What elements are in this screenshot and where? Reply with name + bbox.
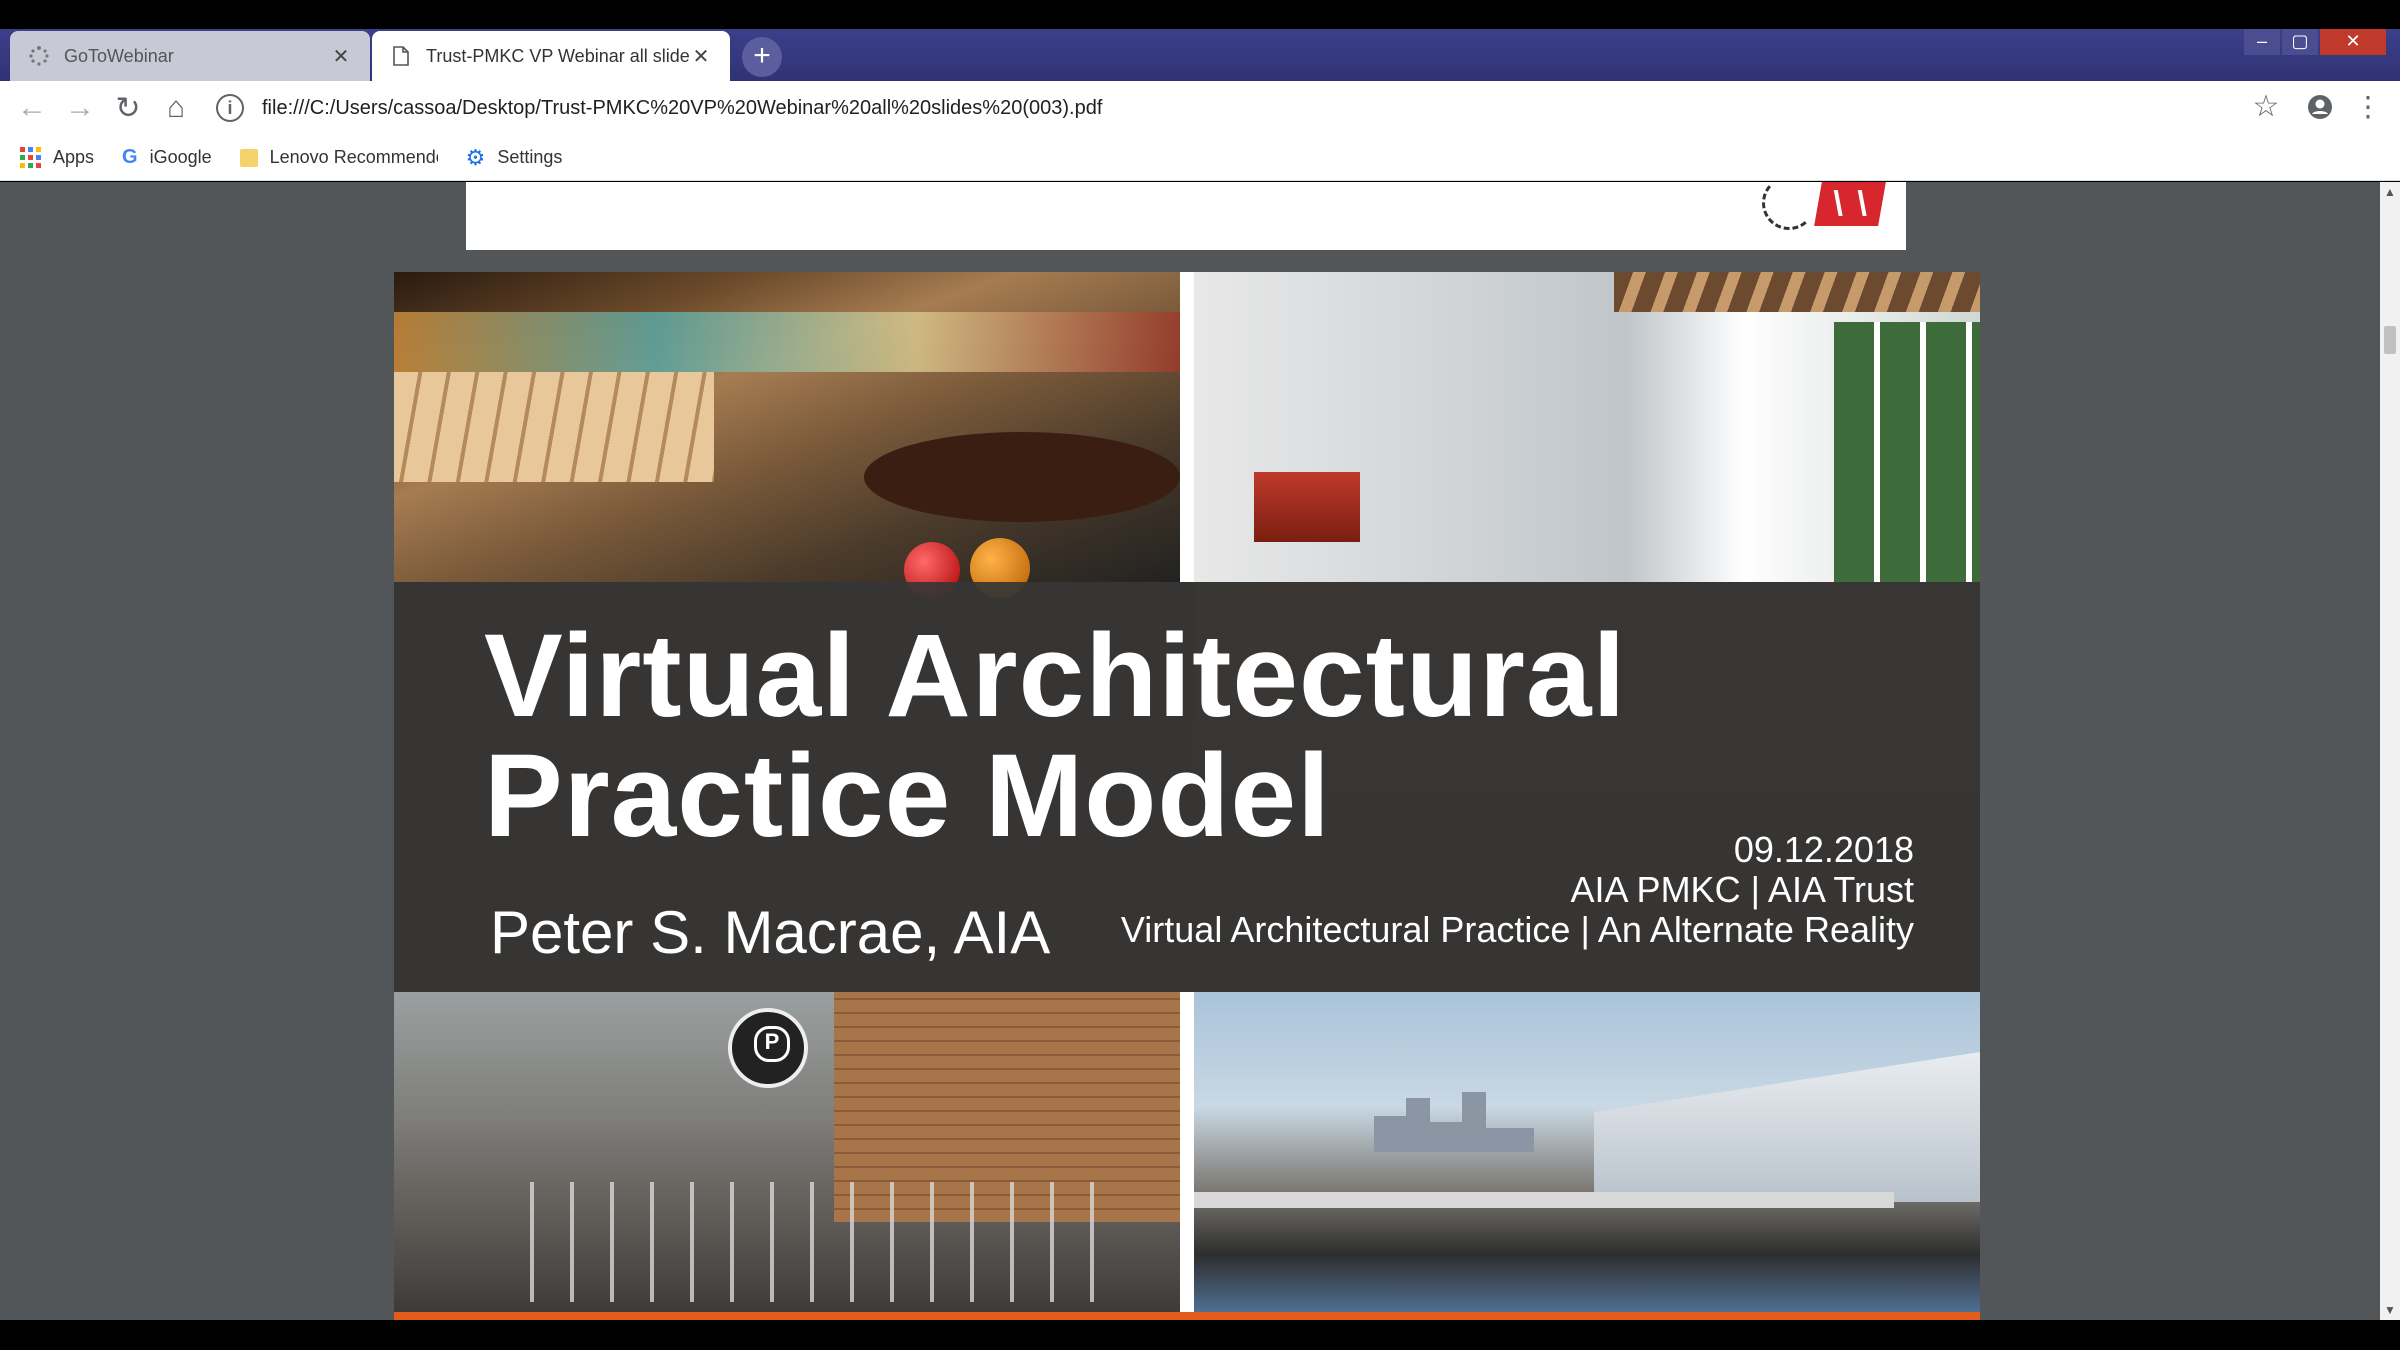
vertical-scrollbar[interactable]: ▲ ▼ xyxy=(2380,182,2400,1320)
presenter-name: Peter S. Macrae, AIA xyxy=(490,899,1051,966)
home-button[interactable]: ⌂ xyxy=(152,84,200,132)
bookmark-lenovo[interactable]: Lenovo Recommende xyxy=(239,147,438,168)
slide-date: 09.12.2018 xyxy=(1733,829,1914,870)
slide-title: Virtual Architectural Practice Model xyxy=(484,616,1626,856)
slide-org: AIA PMKC | AIA Trust xyxy=(1570,869,1914,910)
photo-divider xyxy=(1180,992,1194,1320)
photo-bowling-lounge xyxy=(394,272,1180,598)
title-band: Virtual Architectural Practice Model Pet… xyxy=(394,582,1980,992)
slide-meta: 09.12.2018 AIA PMKC | AIA Trust Virtual … xyxy=(1121,830,1914,950)
folder-icon xyxy=(239,148,258,167)
slide-title-line1: Virtual Architectural xyxy=(484,610,1627,742)
info-icon[interactable]: i xyxy=(216,94,244,122)
bookmark-label: Apps xyxy=(53,147,95,167)
gear-icon: ⚙ xyxy=(465,144,486,170)
maximize-button[interactable]: ▢ xyxy=(2282,29,2318,55)
photo-divider xyxy=(1180,272,1194,582)
previous-page xyxy=(466,182,1906,250)
google-icon: G xyxy=(122,146,138,168)
screen: GoToWebinar ✕ Trust-PMKC VP Webinar all … xyxy=(0,0,2400,1350)
bookmark-star-icon[interactable]: ☆ xyxy=(2244,85,2288,129)
document-icon xyxy=(390,45,412,67)
scroll-down-icon[interactable]: ▼ xyxy=(2380,1300,2400,1320)
close-icon[interactable]: ✕ xyxy=(330,45,352,68)
photo-riverfront-building xyxy=(1194,992,1980,1320)
pizza-logo xyxy=(728,1008,808,1088)
bottom-black-bar xyxy=(0,1320,2400,1350)
logo-ring xyxy=(1762,182,1816,230)
photo-loft-interior xyxy=(1194,272,1980,582)
slide-page: Virtual Architectural Practice Model Pet… xyxy=(394,272,1980,1320)
photo-restaurant xyxy=(394,992,1180,1320)
forward-button[interactable]: → xyxy=(56,84,104,132)
loading-spinner-icon xyxy=(28,45,50,67)
tab-strip: GoToWebinar ✕ Trust-PMKC VP Webinar all … xyxy=(0,29,2400,81)
menu-icon[interactable]: ⋮ xyxy=(2348,85,2388,129)
browser-toolbar: ← → ↻ ⌂ i file:///C:/Users/cassoa/Deskto… xyxy=(0,81,2400,135)
bookmark-label: iGoogle xyxy=(149,147,212,167)
close-window-button[interactable]: ✕ xyxy=(2320,29,2386,55)
tab-gotowebinar[interactable]: GoToWebinar ✕ xyxy=(10,31,370,81)
minimize-button[interactable]: – xyxy=(2244,29,2280,55)
tab-title: Trust-PMKC VP Webinar all slide xyxy=(426,45,690,66)
bookmarks-bar: Apps G iGoogle Lenovo Recommende ⚙ Setti… xyxy=(0,135,2400,181)
address-bar[interactable]: i file:///C:/Users/cassoa/Desktop/Trust-… xyxy=(216,87,2286,129)
top-black-bar xyxy=(0,0,2400,29)
apps-grid-icon xyxy=(20,147,41,168)
tab-title: GoToWebinar xyxy=(64,45,174,66)
slide-subtitle: Virtual Architectural Practice | An Alte… xyxy=(1120,909,1914,950)
bookmark-settings[interactable]: ⚙ Settings xyxy=(466,145,563,171)
bookmark-apps[interactable]: Apps xyxy=(20,147,94,168)
url-text[interactable]: file:///C:/Users/cassoa/Desktop/Trust-PM… xyxy=(262,97,1102,120)
scroll-up-icon[interactable]: ▲ xyxy=(2380,182,2400,202)
account-icon[interactable] xyxy=(2298,85,2342,129)
bookmark-label: Settings xyxy=(497,147,563,167)
close-icon[interactable]: ✕ xyxy=(690,45,712,68)
tab-pdf[interactable]: Trust-PMKC VP Webinar all slide ✕ xyxy=(372,31,730,81)
scroll-thumb[interactable] xyxy=(2384,326,2396,354)
pdf-viewer[interactable]: Virtual Architectural Practice Model Pet… xyxy=(0,182,2380,1320)
aia-logo xyxy=(1814,182,1886,226)
accent-bar xyxy=(394,1312,1980,1320)
bookmark-label: Lenovo Recommende xyxy=(269,147,438,167)
new-tab-button[interactable]: + xyxy=(742,37,782,77)
reload-button[interactable]: ↻ xyxy=(104,84,152,132)
back-button[interactable]: ← xyxy=(8,84,56,132)
bookmark-igoogle[interactable]: G iGoogle xyxy=(122,146,212,169)
